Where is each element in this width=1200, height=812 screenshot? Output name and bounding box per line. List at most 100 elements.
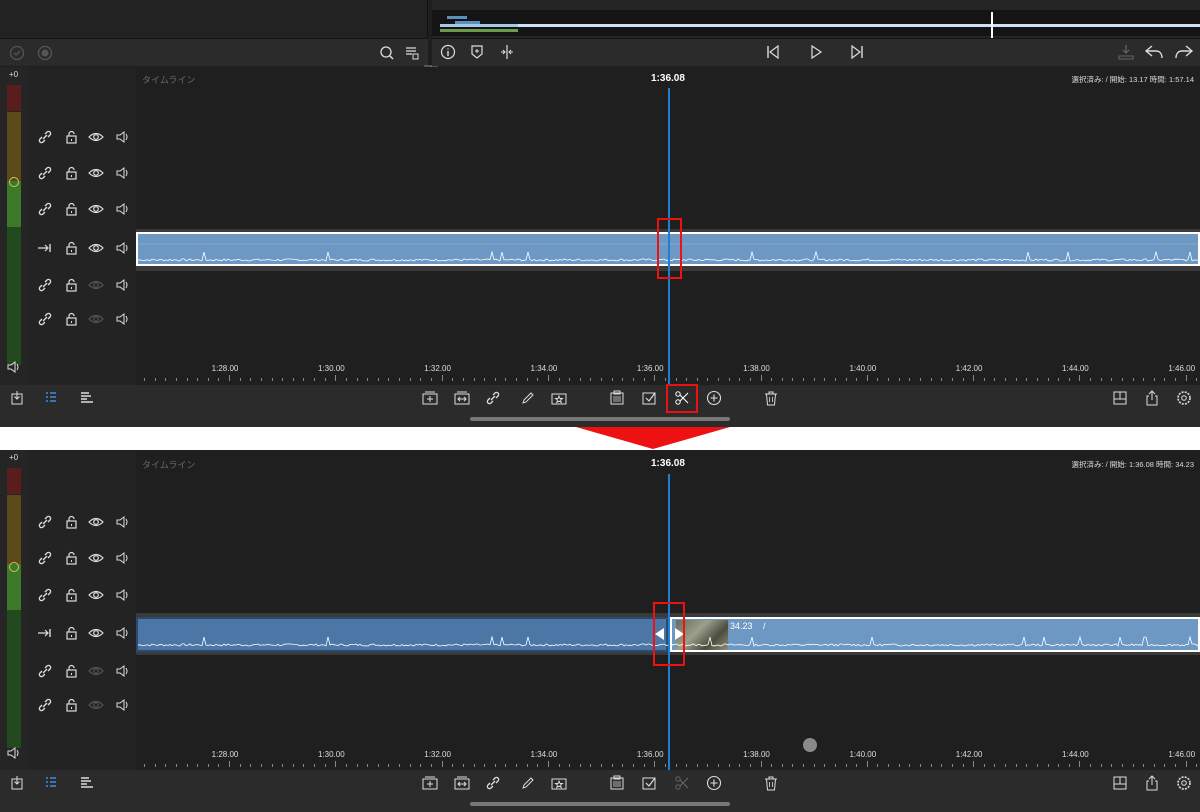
link-icon[interactable]	[36, 276, 54, 294]
link-icon[interactable]	[36, 513, 54, 531]
overwrite-icon[interactable]	[453, 774, 471, 792]
speaker-icon[interactable]	[114, 128, 132, 146]
lock-icon[interactable]	[62, 624, 80, 642]
meter-level-knob[interactable]	[9, 562, 19, 572]
meter-level-knob[interactable]	[9, 177, 19, 187]
lock-icon[interactable]	[62, 662, 80, 680]
split-view-icon[interactable]	[498, 43, 516, 61]
audio-export-icon[interactable]	[1116, 43, 1136, 61]
trash-icon[interactable]	[762, 389, 780, 407]
lock-icon[interactable]	[62, 549, 80, 567]
add-icon[interactable]	[705, 774, 723, 792]
lock-icon[interactable]	[62, 128, 80, 146]
pencil-icon[interactable]	[519, 774, 537, 792]
scissors-icon[interactable]	[673, 774, 691, 792]
favorite-icon[interactable]	[550, 774, 568, 792]
redo-icon[interactable]	[1173, 42, 1195, 62]
layout-icon[interactable]	[1111, 389, 1129, 407]
trash-icon[interactable]	[762, 774, 780, 792]
skip-forward-icon[interactable]	[848, 43, 866, 61]
eye-icon[interactable]	[87, 624, 105, 642]
overwrite-icon[interactable]	[453, 389, 471, 407]
link-icon[interactable]	[36, 128, 54, 146]
insert-icon[interactable]	[421, 774, 439, 792]
track-arrow-icon[interactable]	[36, 624, 54, 642]
layout-icon[interactable]	[1111, 774, 1129, 792]
lock-icon[interactable]	[62, 513, 80, 531]
record-icon[interactable]	[36, 44, 54, 62]
list-filter-icon[interactable]	[403, 44, 421, 62]
checkbox-icon[interactable]	[640, 389, 658, 407]
eye-icon[interactable]	[87, 586, 105, 604]
pencil-icon[interactable]	[519, 389, 537, 407]
tracks-icon[interactable]	[78, 389, 96, 407]
speaker-icon[interactable]	[114, 310, 132, 328]
eye-icon[interactable]	[87, 200, 105, 218]
audio-clip-right-selected[interactable]: 34.23 /	[670, 617, 1200, 652]
link-icon[interactable]	[36, 200, 54, 218]
speaker-icon[interactable]	[114, 239, 132, 257]
link-icon[interactable]	[36, 549, 54, 567]
import-icon[interactable]	[8, 389, 26, 407]
check-circle-icon[interactable]	[8, 44, 26, 62]
speaker-icon[interactable]	[114, 662, 132, 680]
speaker-icon[interactable]	[6, 745, 22, 761]
eye-icon[interactable]	[87, 239, 105, 257]
eye-icon[interactable]	[87, 310, 105, 328]
clip-list-icon[interactable]	[42, 774, 60, 792]
settings-icon[interactable]	[1175, 389, 1193, 407]
link-icon[interactable]	[36, 696, 54, 714]
overview-strip[interactable]	[432, 10, 1200, 38]
speaker-icon[interactable]	[6, 359, 22, 375]
lock-icon[interactable]	[62, 200, 80, 218]
eye-icon[interactable]	[87, 662, 105, 680]
speaker-icon[interactable]	[114, 549, 132, 567]
checkbox-icon[interactable]	[640, 774, 658, 792]
speaker-icon[interactable]	[114, 164, 132, 182]
share-icon[interactable]	[1143, 389, 1161, 407]
speaker-icon[interactable]	[114, 200, 132, 218]
marker-icon[interactable]	[468, 43, 486, 61]
import-icon[interactable]	[8, 774, 26, 792]
eye-icon[interactable]	[87, 513, 105, 531]
eye-icon[interactable]	[87, 128, 105, 146]
link-icon[interactable]	[484, 774, 502, 792]
eye-icon[interactable]	[87, 164, 105, 182]
eye-icon[interactable]	[87, 549, 105, 567]
favorite-icon[interactable]	[550, 389, 568, 407]
play-icon[interactable]	[807, 43, 825, 61]
audio-clip-left[interactable]	[136, 617, 668, 652]
track-arrow-icon[interactable]	[36, 239, 54, 257]
skip-back-icon[interactable]	[764, 43, 782, 61]
undo-icon[interactable]	[1143, 42, 1165, 62]
settings-icon[interactable]	[1175, 774, 1193, 792]
lock-icon[interactable]	[62, 164, 80, 182]
speaker-icon[interactable]	[114, 624, 132, 642]
search-icon[interactable]	[378, 44, 396, 62]
speaker-icon[interactable]	[114, 696, 132, 714]
link-icon[interactable]	[484, 389, 502, 407]
clip-list-icon[interactable]	[42, 389, 60, 407]
clipboard-icon[interactable]	[608, 774, 626, 792]
share-icon[interactable]	[1143, 774, 1161, 792]
lock-icon[interactable]	[62, 586, 80, 604]
eye-icon[interactable]	[87, 696, 105, 714]
lock-icon[interactable]	[62, 696, 80, 714]
insert-icon[interactable]	[421, 389, 439, 407]
link-icon[interactable]	[36, 164, 54, 182]
eye-icon[interactable]	[87, 276, 105, 294]
speaker-icon[interactable]	[114, 586, 132, 604]
lock-icon[interactable]	[62, 310, 80, 328]
info-icon[interactable]	[439, 43, 457, 61]
link-icon[interactable]	[36, 662, 54, 680]
speaker-icon[interactable]	[114, 513, 132, 531]
clipboard-icon[interactable]	[608, 389, 626, 407]
speaker-icon[interactable]	[114, 276, 132, 294]
link-icon[interactable]	[36, 586, 54, 604]
overview-playhead[interactable]	[991, 12, 993, 38]
link-icon[interactable]	[36, 310, 54, 328]
lock-icon[interactable]	[62, 239, 80, 257]
lock-icon[interactable]	[62, 276, 80, 294]
add-icon[interactable]	[705, 389, 723, 407]
tracks-icon[interactable]	[78, 774, 96, 792]
